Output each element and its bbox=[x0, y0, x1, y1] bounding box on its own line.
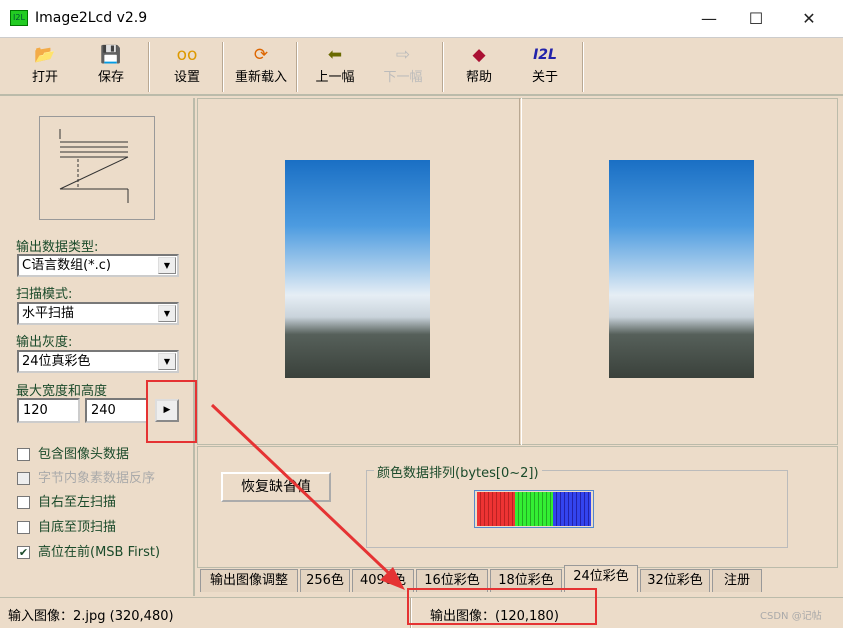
annotation-arrow bbox=[210, 403, 405, 590]
